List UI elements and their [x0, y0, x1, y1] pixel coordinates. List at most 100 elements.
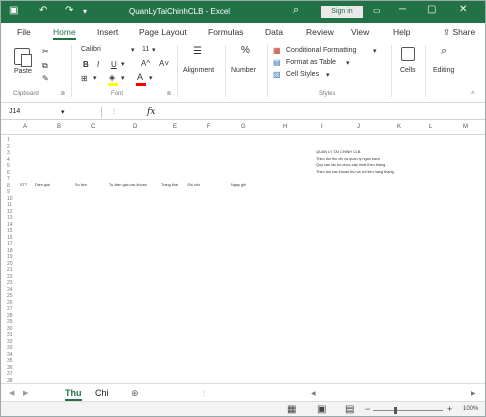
font-size-select[interactable]: 11 — [142, 46, 149, 53]
row-header[interactable]: 19 — [7, 254, 13, 260]
row-header[interactable]: 24 — [7, 287, 13, 293]
row-header[interactable]: 20 — [7, 261, 13, 267]
zoom-slider[interactable] — [373, 410, 443, 411]
add-sheet-icon[interactable]: ⊕ — [131, 388, 139, 399]
column-header[interactable]: A — [23, 124, 27, 130]
ribbon-display-icon[interactable]: ▭ — [373, 6, 381, 15]
page-break-view-icon[interactable]: ▤ — [345, 404, 354, 415]
number-format-icon[interactable]: % — [241, 45, 250, 56]
row-header[interactable]: 23 — [7, 280, 13, 286]
row-header[interactable]: 34 — [7, 352, 13, 358]
editing-icon[interactable]: ⌕ — [441, 45, 447, 58]
row-header[interactable]: 11 — [7, 202, 12, 208]
editing-button[interactable]: Editing — [433, 67, 454, 74]
save-icon[interactable]: ▣ — [9, 5, 18, 16]
formula-options-icon[interactable]: ⋮ — [111, 108, 117, 115]
collapse-ribbon-icon[interactable]: ˄ — [471, 91, 475, 97]
format-as-table-button[interactable]: Format as Table — [286, 59, 336, 66]
row-header[interactable]: 35 — [7, 358, 13, 364]
format-painter-icon[interactable]: ✎ — [42, 74, 49, 83]
fill-color-icon[interactable]: ◈ — [109, 73, 115, 82]
font-launcher-icon[interactable]: ⧈ — [167, 91, 171, 98]
font-color-dropdown-icon[interactable]: ▾ — [149, 74, 153, 82]
undo-icon[interactable]: ↶ — [39, 5, 47, 16]
share-button[interactable]: ⇪ Share — [443, 27, 475, 38]
row-header[interactable]: 12 — [7, 209, 13, 215]
row-header[interactable]: 7 — [7, 176, 10, 182]
row-header[interactable]: 10 — [7, 196, 13, 202]
column-header[interactable]: M — [463, 124, 468, 130]
row-header[interactable]: 27 — [7, 306, 13, 312]
row-header[interactable]: 37 — [7, 371, 13, 377]
header-cell[interactable]: Tu dien giai cac khoan — [109, 183, 147, 187]
tab-home[interactable]: Home — [53, 27, 76, 40]
grow-font-button[interactable]: A^ — [141, 59, 150, 68]
column-header[interactable]: D — [133, 124, 137, 130]
normal-view-icon[interactable]: ▦ — [287, 404, 296, 415]
cell-styles-button[interactable]: Cell Styles — [286, 71, 319, 78]
redo-icon[interactable]: ↷ — [65, 5, 73, 16]
quick-access-more-icon[interactable]: ▾ — [83, 7, 87, 16]
header-cell[interactable]: Dien giai — [35, 183, 50, 187]
cells-icon[interactable] — [401, 47, 415, 61]
row-header[interactable]: 25 — [7, 293, 13, 299]
sheet-options-icon[interactable]: ⋮ — [201, 390, 207, 397]
font-name-dropdown-icon[interactable]: ▾ — [131, 46, 135, 54]
tab-insert[interactable]: Insert — [97, 27, 118, 37]
row-header[interactable]: 14 — [7, 222, 13, 228]
column-header[interactable]: J — [357, 124, 360, 130]
zoom-in-button[interactable]: + — [447, 404, 452, 414]
column-header[interactable]: C — [91, 124, 95, 130]
tab-help[interactable]: Help — [393, 27, 410, 37]
row-header[interactable]: 29 — [7, 319, 13, 325]
note-cell[interactable]: Quy cau lac bo duoc cap nhat theo thang — [316, 163, 385, 167]
scroll-sheets-right-icon[interactable]: ▶ — [23, 389, 28, 397]
cell-styles-dropdown-icon[interactable]: ▾ — [326, 71, 330, 79]
minimize-button[interactable]: ─ — [399, 4, 406, 15]
paste-button[interactable]: Paste — [14, 68, 32, 75]
row-header[interactable]: 36 — [7, 365, 13, 371]
spreadsheet-grid[interactable]: A B C D E F G H I J K L M 1 2 3 4 5 6 7 … — [1, 121, 485, 384]
borders-dropdown-icon[interactable]: ▾ — [93, 74, 97, 82]
font-color-button[interactable]: A — [137, 72, 143, 82]
note-cell[interactable]: Theo doi cac khoan thu va chi tieu hang … — [316, 170, 394, 174]
row-header[interactable]: 9 — [7, 189, 10, 195]
italic-button[interactable]: I — [97, 60, 99, 69]
alignment-icon[interactable]: ☰ — [193, 46, 202, 57]
row-header[interactable]: 5 — [7, 163, 10, 169]
row-header[interactable]: 26 — [7, 300, 13, 306]
underline-button[interactable]: U — [111, 60, 117, 69]
copy-icon[interactable]: ⧉ — [42, 61, 48, 71]
header-cell[interactable]: Ghi chu — [187, 183, 200, 187]
clipboard-launcher-icon[interactable]: ⧈ — [61, 91, 65, 98]
tab-file[interactable]: File — [17, 27, 31, 37]
row-header[interactable]: 21 — [7, 267, 13, 273]
font-size-dropdown-icon[interactable]: ▾ — [152, 46, 156, 54]
tab-review[interactable]: Review — [306, 27, 334, 37]
column-header[interactable]: I — [321, 124, 323, 130]
search-icon[interactable]: ⌕ — [293, 4, 299, 17]
row-header[interactable]: 4 — [7, 157, 10, 163]
tab-page-layout[interactable]: Page Layout — [139, 27, 187, 37]
row-header[interactable]: 17 — [7, 241, 13, 247]
row-header[interactable]: 3 — [7, 150, 10, 156]
font-name-select[interactable]: Calibri — [81, 46, 129, 53]
header-cell[interactable]: Trang thai — [161, 183, 178, 187]
horizontal-scroll-right-icon[interactable]: ▶ — [471, 390, 476, 397]
tab-formulas[interactable]: Formulas — [208, 27, 243, 37]
horizontal-scroll-left-icon[interactable]: ◀ — [311, 390, 316, 397]
insert-function-button[interactable]: fx — [147, 107, 155, 117]
row-header[interactable]: 1 — [7, 137, 10, 143]
column-header[interactable]: B — [57, 124, 61, 130]
fill-color-dropdown-icon[interactable]: ▾ — [121, 74, 125, 82]
scroll-sheets-left-icon[interactable]: ◀ — [9, 389, 14, 397]
column-header[interactable]: G — [241, 124, 246, 130]
borders-icon[interactable]: ⊞ — [81, 74, 88, 83]
sheet-tab-thu[interactable]: Thu — [65, 388, 82, 401]
bold-button[interactable]: B — [83, 60, 89, 69]
row-header[interactable]: 18 — [7, 248, 13, 254]
sheet-tab-chi[interactable]: Chi — [95, 388, 109, 398]
cut-icon[interactable]: ✂ — [42, 47, 49, 56]
cells-button[interactable]: Cells — [400, 67, 416, 74]
row-header[interactable]: 28 — [7, 313, 13, 319]
